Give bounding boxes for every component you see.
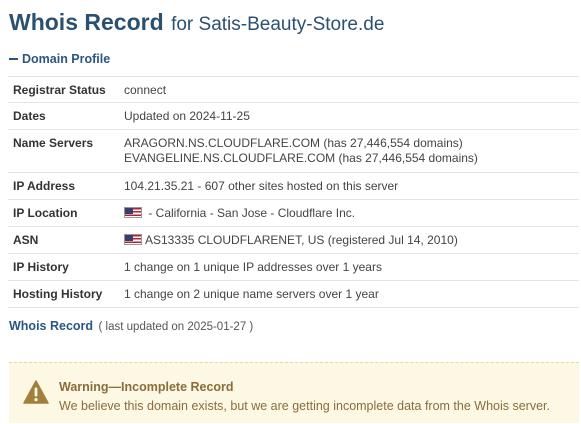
- ip-history-label: IP History: [8, 253, 119, 281]
- name-server-1[interactable]: ARAGORN.NS.CLOUDFLARE.COM (has 27,446,55…: [124, 136, 574, 151]
- dates-value: Updated on 2024-11-25: [119, 102, 579, 130]
- table-row: Registrar Status connect: [8, 76, 579, 103]
- domain-profile-table: Registrar Status connect Dates Updated o…: [8, 76, 579, 308]
- ip-location-text: - California - San Jose - Cloudflare Inc…: [145, 206, 356, 220]
- warning-title: Warning—Incomplete Record: [59, 380, 234, 394]
- registrar-status-label: Registrar Status: [8, 76, 119, 103]
- asn-label: ASN: [8, 226, 119, 254]
- whois-last-updated: ( last updated on 2025-01-27 ): [98, 321, 254, 333]
- dates-label: Dates: [8, 102, 119, 130]
- us-flag-icon: [124, 234, 142, 246]
- ip-address-label: IP Address: [8, 172, 119, 200]
- table-row: Hosting History 1 change on 2 unique nam…: [8, 280, 579, 308]
- domain-profile-toggle[interactable]: Domain Profile: [9, 52, 110, 66]
- page-title-main: Whois Record: [9, 9, 164, 35]
- whois-record-line: Whois Record ( last updated on 2025-01-2…: [9, 319, 253, 333]
- hosting-history-label: Hosting History: [8, 280, 119, 308]
- whois-record-link[interactable]: Whois Record: [9, 319, 93, 333]
- warning-text: We believe this domain exists, but we ar…: [59, 399, 550, 413]
- name-servers-value: ARAGORN.NS.CLOUDFLARE.COM (has 27,446,55…: [119, 129, 579, 173]
- ip-location-value: - California - San Jose - Cloudflare Inc…: [119, 199, 579, 227]
- table-row: IP History 1 change on 1 unique IP addre…: [8, 253, 579, 281]
- collapse-minus-icon[interactable]: [9, 57, 18, 60]
- name-servers-label: Name Servers: [8, 129, 119, 173]
- ip-history-value[interactable]: 1 change on 1 unique IP addresses over 1…: [119, 253, 579, 281]
- ip-address-value[interactable]: 104.21.35.21 - 607 other sites hosted on…: [119, 172, 579, 200]
- ip-location-label: IP Location: [8, 199, 119, 227]
- us-flag-icon: [124, 207, 142, 219]
- asn-value: AS13335 CLOUDFLARENET, US (registered Ju…: [119, 226, 579, 254]
- domain-profile-label[interactable]: Domain Profile: [22, 52, 110, 66]
- table-row: IP Location - California - San Jose - Cl…: [8, 199, 579, 227]
- page-title: Whois Record for Satis-Beauty-Store.de: [9, 9, 384, 36]
- asn-text: AS13335 CLOUDFLARENET, US (registered Ju…: [145, 233, 458, 247]
- name-server-2[interactable]: EVANGELINE.NS.CLOUDFLARE.COM (has 27,446…: [124, 151, 574, 166]
- table-row: IP Address 104.21.35.21 - 607 other site…: [8, 172, 579, 200]
- incomplete-record-warning: Warning—Incomplete Record We believe thi…: [9, 362, 579, 423]
- table-row: Name Servers ARAGORN.NS.CLOUDFLARE.COM (…: [8, 129, 579, 173]
- hosting-history-value[interactable]: 1 change on 2 unique name servers over 1…: [119, 280, 579, 308]
- registrar-status-value: connect: [119, 76, 579, 103]
- table-row: Dates Updated on 2024-11-25: [8, 102, 579, 130]
- table-row: ASN AS13335 CLOUDFLARENET, US (registere…: [8, 226, 579, 254]
- warning-triangle-icon: [23, 380, 49, 409]
- page-title-domain: for Satis-Beauty-Store.de: [171, 14, 385, 35]
